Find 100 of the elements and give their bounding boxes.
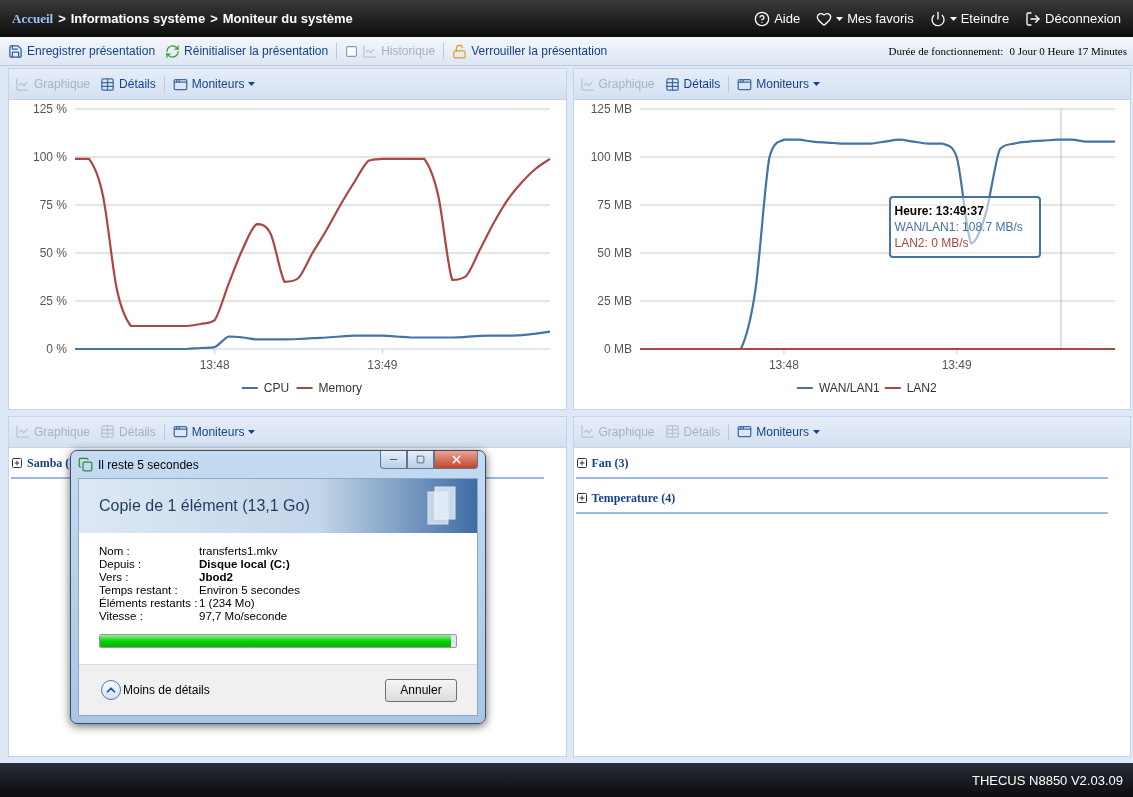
header-menu-link[interactable]: Déconnexion	[1025, 10, 1121, 27]
close-button[interactable]	[434, 451, 478, 469]
details-toggle[interactable]: Moins de détails	[101, 680, 210, 700]
window-icon	[737, 424, 753, 439]
chart-icon	[362, 43, 378, 59]
axis-tick-label: 0 MB	[603, 342, 632, 356]
field-label: Depuis :	[99, 558, 143, 570]
header-menu-link[interactable]: Mes favoris	[816, 10, 914, 27]
axis-tick-label: 50 MB	[596, 246, 632, 260]
window-icon	[172, 424, 188, 439]
dialog-heading: Copie de 1 élément (13,1 Go)	[99, 497, 310, 515]
uptime-value: 0 Jour 0 Heure 17 Minutes	[1009, 45, 1127, 57]
maximize-icon	[416, 455, 425, 464]
copy-icon	[78, 457, 93, 472]
field-label: Temps restant :	[99, 584, 179, 596]
toolbar-button[interactable]: Enregistrer présentation	[6, 41, 158, 61]
axis-tick-label: 100 %	[32, 150, 67, 164]
help-icon	[754, 10, 771, 27]
breadcrumb-separator: >	[58, 10, 66, 26]
window-icon	[737, 76, 753, 92]
table-icon	[664, 76, 680, 92]
breadcrumb-link[interactable]: Accueil	[12, 10, 54, 27]
maximize-button[interactable]	[407, 451, 434, 469]
group-label: Temperature (4)	[591, 490, 676, 506]
axis-tick-label: 13:49	[367, 358, 398, 372]
field-value: transferts1.mkv	[199, 545, 279, 557]
panel-tool-button[interactable]: Détails	[662, 74, 723, 94]
cancel-button[interactable]: Annuler	[385, 678, 457, 702]
field-label: Éléments restants :	[99, 597, 199, 609]
tooltip-title: Heure: 13:49:37	[894, 203, 985, 219]
chart-icon	[15, 424, 30, 439]
legend-label[interactable]: WAN/LAN1	[818, 381, 880, 395]
group-header[interactable]: Temperature (4)	[575, 490, 1108, 514]
axis-tick-label: 125 MB	[590, 102, 632, 116]
field-value: Jbod2	[199, 571, 234, 583]
field-value: 97,7 Mo/seconde	[199, 610, 289, 622]
axis-tick-label: 125 %	[32, 102, 67, 116]
refresh-icon	[165, 43, 181, 59]
field-value: 1 (234 Mo)	[199, 597, 256, 609]
axis-tick-label: 0 %	[46, 342, 67, 356]
table-icon	[100, 424, 116, 439]
legend-line	[295, 387, 314, 389]
chevron-up-icon	[101, 680, 121, 700]
caret-icon	[248, 429, 256, 434]
power-icon	[929, 10, 946, 27]
axis-tick-label: 75 MB	[596, 198, 632, 212]
legend-line	[795, 387, 814, 389]
breadcrumb-item: Moniteur du système	[222, 10, 353, 26]
axis-tick-label: 13:48	[199, 358, 230, 372]
group-label: Fan (3)	[591, 455, 629, 471]
save-icon	[8, 43, 23, 59]
field-label: Vers :	[99, 571, 130, 583]
panel-tool-button[interactable]: Détails	[98, 74, 158, 94]
legend-label[interactable]: LAN2	[906, 381, 937, 395]
window-icon	[172, 76, 188, 92]
panel-tool-button[interactable]: Moniteurs	[735, 74, 822, 94]
chart-icon	[579, 76, 595, 92]
axis-tick-label: 50 %	[39, 246, 67, 260]
table-icon	[664, 424, 680, 439]
breadcrumb-item: Informations système	[70, 10, 206, 26]
padlock-icon	[452, 43, 468, 59]
header-menu-link[interactable]: Eteindre	[929, 10, 1010, 27]
dialog-title: Il reste 5 secondes	[98, 457, 199, 472]
field-label: Nom :	[99, 545, 131, 557]
tooltip-value: WAN/LAN1: 108.7 MB/s	[894, 219, 1024, 235]
caret-icon	[248, 82, 256, 86]
field-value: Environ 5 secondes	[199, 584, 301, 596]
header-menu-link[interactable]: Aide	[754, 10, 801, 27]
toolbar-button[interactable]: Réinitialiser la présentation	[163, 41, 331, 61]
group-header[interactable]: Fan (3)	[575, 455, 1108, 479]
breadcrumb-separator: >	[210, 10, 218, 26]
field-label: Vitesse :	[99, 610, 144, 622]
axis-tick-label: 75 %	[39, 198, 67, 212]
axis-tick-label: 13:48	[768, 358, 799, 372]
axis-tick-label: 25 %	[39, 294, 67, 308]
axis-tick-label: 13:49	[941, 358, 972, 372]
field-value: Disque local (C:)	[199, 558, 291, 570]
panel-tool-button[interactable]: Moniteurs	[735, 422, 822, 441]
legend-line	[240, 387, 259, 389]
legend-label[interactable]: CPU	[263, 381, 290, 395]
legend-label[interactable]: Memory	[318, 381, 362, 395]
toolbar-button[interactable]: Verrouiller la présentation	[450, 41, 610, 61]
table-icon	[100, 76, 116, 92]
heart-icon	[816, 10, 833, 27]
tooltip-value: LAN2: 0 MB/s	[894, 235, 970, 251]
caret-icon	[949, 16, 957, 21]
chart-icon	[579, 424, 595, 439]
panel-tool-button[interactable]: Moniteurs	[170, 422, 258, 441]
version-text: THECUS N8850 V2.03.09	[971, 772, 1123, 788]
caret-icon	[836, 16, 844, 21]
axis-tick-label: 25 MB	[596, 294, 632, 308]
minimize-button[interactable]	[380, 451, 407, 469]
uptime-label: Durée de fonctionnement:	[888, 45, 1004, 57]
legend-line	[883, 387, 902, 389]
group-label: Samba (	[27, 455, 70, 471]
panel-tool-button[interactable]: Moniteurs	[170, 74, 258, 94]
document-icon	[427, 486, 457, 526]
caret-icon	[812, 429, 820, 434]
axis-tick-label: 100 MB	[590, 150, 632, 164]
caret-icon	[812, 82, 820, 86]
